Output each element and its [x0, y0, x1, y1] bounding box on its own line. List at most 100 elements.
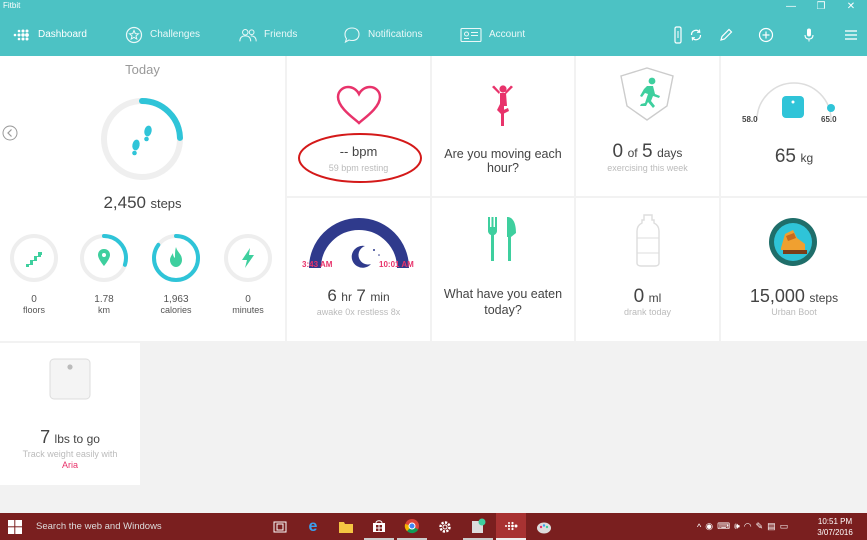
distance-stat[interactable]: 1.78 km — [79, 233, 129, 325]
network-status-icon[interactable]: ◉ — [705, 521, 713, 532]
tab-account[interactable]: Account — [459, 13, 525, 56]
stats-row: 0 floors 1.78 km 1,963 calories 0 minute… — [0, 229, 285, 329]
sleep-duration: 6 hr 7 min — [287, 286, 430, 306]
previous-day-button[interactable] — [2, 125, 18, 141]
minutes-label: minutes — [232, 305, 264, 315]
dots-icon — [12, 25, 32, 45]
badge-unit: steps — [809, 291, 839, 305]
id-card-icon — [459, 25, 483, 45]
calories-stat[interactable]: 1,963 calories — [151, 233, 201, 325]
sleep-hours: 6 — [327, 286, 337, 305]
system-tray[interactable]: ^ ◉ ⌨ 🕪 ◠ ✎ ▤ ▭ — [697, 513, 788, 540]
tab-notifications-label: Notifications — [368, 29, 423, 40]
hourly-activity-tile[interactable]: Are you moving each hour? — [432, 56, 574, 196]
input-icon[interactable]: ▭ — [780, 521, 789, 532]
sync-icon[interactable] — [688, 27, 704, 43]
water-tile[interactable]: 0 ml drank today — [576, 198, 719, 341]
yoga-figure-icon — [492, 85, 513, 126]
sleep-minutes-unit: min — [370, 290, 390, 304]
app-icon[interactable] — [463, 513, 493, 540]
add-icon[interactable] — [758, 27, 774, 43]
weight-value: 65 — [774, 146, 796, 167]
badge-tile[interactable]: 15,000 steps Urban Boot — [721, 198, 867, 341]
today-heading: Today — [125, 62, 160, 77]
resting-heart-rate: 59 bpm resting — [328, 163, 389, 173]
window-title: Fitbit — [3, 1, 21, 10]
exercise-of: of — [627, 146, 638, 160]
sleep-tile[interactable]: 3:43 AM 10:01 AM 6 hr 7 min awake 0x res… — [287, 198, 430, 341]
sleep-sub: awake 0x restless 8x — [316, 307, 401, 317]
paint-icon[interactable] — [529, 513, 559, 540]
steps-unit: steps — [150, 196, 182, 211]
weight-max: 65.0 — [821, 115, 837, 124]
file-explorer-icon[interactable] — [331, 513, 361, 540]
taskbar-search-box[interactable]: Search the web and Windows — [30, 513, 262, 540]
floors-stat[interactable]: 0 floors — [9, 233, 59, 325]
urban-boot-badge-icon — [769, 218, 817, 266]
chevron-up-icon[interactable]: ^ — [697, 522, 701, 532]
clock-date: 3/07/2016 — [817, 528, 853, 537]
tab-dashboard-label: Dashboard — [38, 29, 87, 40]
pen-icon[interactable]: ✎ — [756, 521, 764, 532]
fitbit-taskbar-icon[interactable] — [496, 513, 526, 540]
weight-tile[interactable]: 58.0 65.0 65 kg — [721, 56, 867, 196]
pencil-icon[interactable] — [718, 27, 734, 43]
star-badge-icon — [124, 25, 144, 45]
exercise-tile[interactable]: 0 of 5 days exercising this week — [576, 56, 719, 196]
start-button[interactable] — [0, 513, 30, 540]
calories-value: 1,963 — [163, 294, 189, 305]
volume-icon[interactable]: 🕪 — [734, 521, 740, 532]
microphone-icon[interactable] — [801, 27, 817, 43]
aria-goal: 7 lbs to go — [0, 427, 140, 448]
floors-label: floors — [22, 305, 45, 315]
windows-taskbar: Search the web and Windows e ^ ◉ ⌨ 🕪 ◠ ✎… — [0, 513, 867, 540]
tab-notifications[interactable]: Notifications — [342, 13, 422, 56]
steps-value: 2,450 — [103, 193, 146, 212]
keyboard-icon[interactable]: ⌨ — [717, 521, 730, 532]
tab-friends-label: Friends — [264, 29, 298, 40]
aria-scale-tile[interactable]: 7 lbs to go Track weight easily with Ari… — [0, 343, 140, 485]
steps-tile[interactable]: Today 2,450 steps 0 floors 1.78 km 1,963… — [0, 56, 285, 341]
moon-icon — [351, 245, 371, 268]
weight-marker — [827, 104, 835, 112]
stairs-icon — [26, 252, 42, 267]
task-view-button[interactable] — [265, 513, 295, 540]
hourly-prompt-line2: hour? — [487, 161, 519, 175]
clock-time: 10:51 PM — [817, 517, 853, 526]
badge-steps: 15,000 steps — [721, 286, 867, 307]
store-icon[interactable] — [364, 513, 394, 540]
tab-challenges[interactable]: Challenges — [124, 13, 200, 56]
runner-icon — [640, 77, 660, 108]
heart-rate-tile[interactable]: -- bpm 59 bpm resting — [287, 56, 430, 196]
active-minutes-stat[interactable]: 0 minutes — [223, 233, 273, 325]
tab-dashboard[interactable]: Dashboard — [12, 13, 87, 56]
menu-icon[interactable] — [843, 27, 859, 43]
settings-gear-icon[interactable] — [430, 513, 460, 540]
footprints-icon — [132, 125, 152, 156]
fork-knife-icon — [488, 217, 516, 261]
weight-reading: 65 kg — [721, 146, 867, 168]
exercise-sub: exercising this week — [607, 163, 688, 173]
tab-account-label: Account — [489, 29, 526, 40]
minimize-button[interactable]: — — [776, 0, 806, 13]
wifi-icon[interactable]: ◠ — [744, 521, 752, 532]
clock[interactable]: 10:51 PM 3/07/2016 — [806, 516, 864, 538]
distance-label: km — [98, 305, 110, 315]
edge-browser-icon[interactable]: e — [298, 513, 328, 540]
close-button[interactable]: ✕ — [836, 0, 866, 13]
water-amount: 0 ml — [576, 286, 719, 308]
aria-link[interactable]: Aria — [0, 460, 140, 470]
chrome-icon[interactable] — [397, 513, 427, 540]
steps-count: 2,450 steps — [0, 193, 285, 213]
tracker-device-icon[interactable] — [673, 26, 689, 44]
badge-name: Urban Boot — [771, 307, 817, 317]
aria-unit: lbs to go — [54, 432, 100, 446]
windows-logo-icon — [8, 519, 22, 534]
restore-button[interactable]: ❐ — [806, 0, 836, 13]
tab-friends[interactable]: Friends — [238, 13, 297, 56]
exercise-days: 0 of 5 days — [576, 141, 719, 163]
heart-icon — [336, 85, 382, 125]
language-icon[interactable]: ▤ — [767, 521, 776, 532]
food-tile[interactable]: What have you eaten today? — [432, 198, 574, 341]
lightning-icon — [242, 248, 254, 268]
